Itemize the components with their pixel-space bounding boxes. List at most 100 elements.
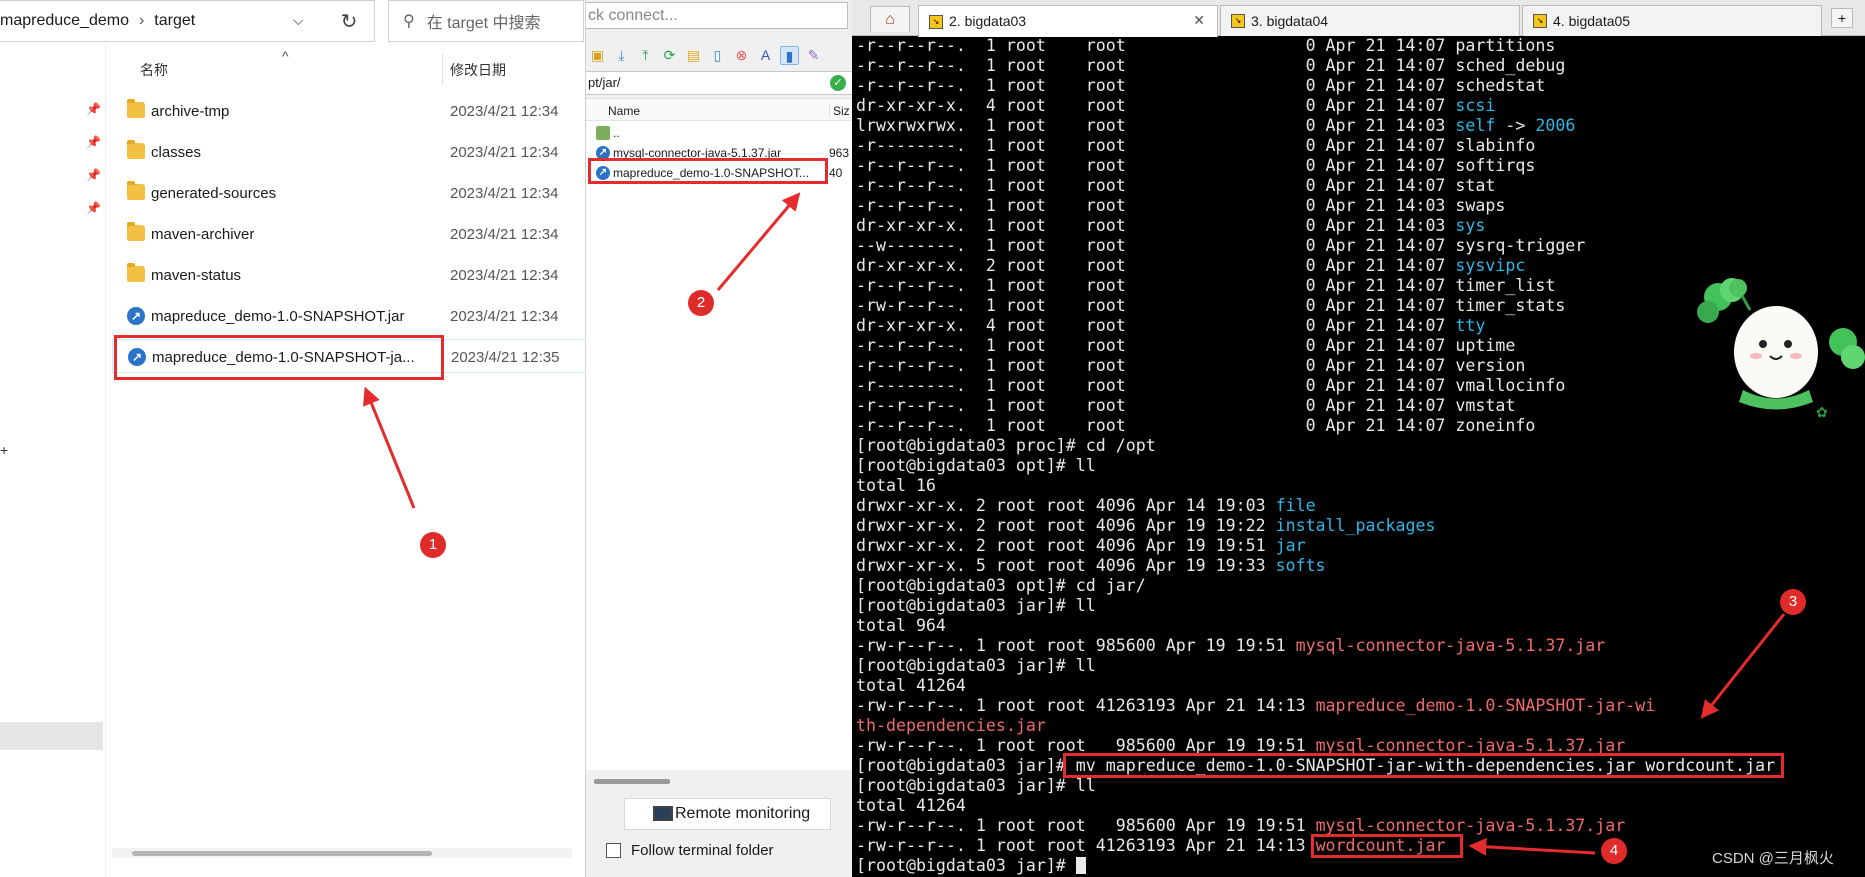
follow-terminal-folder-checkbox[interactable] [606,843,621,858]
terminal-text: -r--r--r--. 1 root root 0 Apr 21 14:07 t… [856,276,1556,295]
terminal-text: -r--r--r--. 1 root root 0 Apr 21 14:07 s… [856,76,1546,95]
rename-icon[interactable]: A [756,46,775,65]
download-icon[interactable]: ⤓ [612,46,631,65]
file-row[interactable]: ↗ mapreduce_demo-1.0-SNAPSHOT.jar 2023/4… [112,299,585,333]
terminal-text: -r--------. 1 root root 0 Apr 21 14:07 s… [856,136,1536,155]
column-date[interactable]: 修改日期 [450,60,506,80]
terminal-tab-bar: ⌂ ↘ 2. bigdata03 ✕ ↘ 3. bigdata04 ↘ 4. b… [852,0,1865,37]
highlight-box-explorer-jar [114,335,444,380]
search-icon: ⚲ [403,13,415,30]
file-row[interactable]: generated-sources 2023/4/21 12:34 [112,176,585,210]
terminal-line: total 41264 [856,676,1865,696]
column-name[interactable]: 名称 [140,60,168,80]
terminal-tab-icon: ↘ [1231,14,1245,28]
sftp-scrollbar-thumb[interactable] [594,779,670,784]
terminal-line: -r--r--r--. 1 root root 0 Apr 21 14:07 p… [856,36,1865,56]
nav-selected-item[interactable] [0,722,103,750]
terminal-text: [root@bigdata03 proc]# cd /opt [856,436,1156,455]
sftp-file-name: .. [613,126,620,140]
remote-monitoring-button[interactable]: Remote monitoring [624,798,831,830]
folder-icon [127,99,145,118]
breadcrumb-item[interactable]: mapreduce_demo [0,12,129,30]
terminal-text: lrwxrwxrwx. 1 root root 0 Apr 21 14:03 [856,116,1456,135]
chevron-down-icon[interactable]: ⌵ [293,12,304,29]
tools-icon[interactable]: ✎ [804,46,823,65]
follow-terminal-folder-option[interactable]: Follow terminal folder [606,842,774,859]
sftp-column-size[interactable]: Siz [829,104,850,118]
terminal-line: total 16 [856,476,1865,496]
sftp-row-parent[interactable]: .. [596,123,852,143]
folder-icon [127,263,145,282]
terminal-text: file [1275,496,1316,515]
go-icon[interactable]: ✓ [830,75,846,91]
terminal-text: 2006 [1535,116,1576,135]
terminal-line: drwxr-xr-x. 2 root root 4096 Apr 19 19:5… [856,536,1865,556]
file-name: classes [151,144,202,161]
terminal-text: jar [1275,536,1306,555]
terminal-output[interactable]: -r--r--r--. 1 root root 0 Apr 21 14:07 p… [856,36,1865,877]
sort-ascending-icon: ^ [282,48,289,64]
file-row[interactable]: archive-tmp 2023/4/21 12:34 [112,94,585,128]
terminal-line: -rw-r--r--. 1 root root 985600 Apr 19 19… [856,816,1865,836]
new-folder-icon[interactable]: ▤ [684,46,703,65]
tab-bigdata04[interactable]: ↘ 3. bigdata04 [1220,5,1520,36]
refresh-icon[interactable]: ↻ [336,9,362,35]
search-placeholder: 在 target 中搜索 [426,15,541,32]
terminal-text: scsi [1455,96,1496,115]
terminal-line: drwxr-xr-x. 2 root root 4096 Apr 14 19:0… [856,496,1865,516]
tab-label: 2. bigdata03 [949,13,1027,29]
highlight-box-wordcount [1311,834,1463,858]
folder-up-icon[interactable]: ▣ [588,46,607,65]
file-explorer-window: mapreduce_demo › target ⌵ ↻ ⚲ 在 target 中… [0,0,585,877]
quick-connect-input[interactable]: ck connect... [586,2,848,29]
new-file-icon[interactable]: ▯ [708,46,727,65]
search-box[interactable]: ⚲ 在 target 中搜索 [388,0,584,42]
horizontal-scrollbar[interactable] [112,848,572,858]
tab-bigdata05[interactable]: ↘ 4. bigdata05 [1522,5,1822,36]
terminal-tab-icon: ↘ [1533,14,1547,28]
file-date: 2023/4/21 12:34 [450,226,559,243]
sftp-file-size: 963 [829,146,849,160]
file-row[interactable]: classes 2023/4/21 12:34 [112,135,585,169]
upload-icon[interactable]: ⤒ [636,46,655,65]
terminal-text: [root@bigdata03 opt]# cd jar/ [856,576,1146,595]
address-bar[interactable]: mapreduce_demo › target ⌵ ↻ [0,0,375,42]
sftp-column-name[interactable]: Name [608,104,640,118]
properties-icon[interactable]: ▮ [780,45,799,65]
terminal-text: total 964 [856,616,946,635]
terminal-text: [root@bigdata03 opt]# ll [856,456,1096,475]
home-icon[interactable]: ⌂ [870,6,910,32]
sftp-path: pt/jar/ [588,75,621,90]
file-date: 2023/4/21 12:34 [450,185,559,202]
tab-label: 3. bigdata04 [1251,12,1329,29]
terminal-text: dr-xr-xr-x. 4 root root 0 Apr 21 14:07 [856,96,1456,115]
new-tab-icon[interactable]: + [1831,8,1853,28]
close-tab-icon[interactable]: ✕ [1193,6,1205,35]
terminal-line: [root@bigdata03 jar]# ll [856,656,1865,676]
sftp-path-input[interactable]: pt/jar/ ✓ [586,71,852,95]
terminal-line: drwxr-xr-x. 2 root root 4096 Apr 19 19:2… [856,516,1865,536]
refresh-icon[interactable]: ⟳ [660,46,679,65]
sftp-file-size: 40 [829,166,843,180]
column-separator[interactable] [442,54,443,84]
file-row[interactable]: maven-status 2023/4/21 12:34 [112,258,585,292]
terminal-line: --w-------. 1 root root 0 Apr 21 14:07 s… [856,236,1865,256]
tab-bigdata03[interactable]: ↘ 2. bigdata03 ✕ [918,5,1218,37]
expand-icon[interactable]: + [0,442,8,458]
terminal-text: install_packages [1275,516,1436,535]
step-badge-1: 1 [420,532,446,558]
navigation-pane: 📌 📌 📌 📌 + [0,42,105,877]
scrollbar-thumb[interactable] [132,851,432,856]
terminal-text: -r--------. 1 root root 0 Apr 21 14:07 v… [856,376,1566,395]
terminal-text: [root@bigdata03 jar]# ll [856,656,1096,675]
delete-icon[interactable]: ⊗ [732,46,751,65]
terminal-text: -r--r--r--. 1 root root 0 Apr 21 14:07 s… [856,176,1496,195]
terminal-text: -rw-r--r--. 1 root root 41263193 Apr 21 … [856,836,1316,855]
terminal-text: drwxr-xr-x. 2 root root 4096 Apr 14 19:0… [856,496,1276,515]
sftp-toolbar: ▣ ⤓ ⤒ ⟳ ▤ ▯ ⊗ A ▮ ✎ [586,42,852,68]
breadcrumb-item[interactable]: target [154,12,195,30]
column-header: ^ 名称 修改日期 [106,48,585,84]
terminal-line: -r--r--r--. 1 root root 0 Apr 21 14:07 s… [856,56,1865,76]
file-row[interactable]: maven-archiver 2023/4/21 12:34 [112,217,585,251]
terminal-text: softs [1275,556,1326,575]
